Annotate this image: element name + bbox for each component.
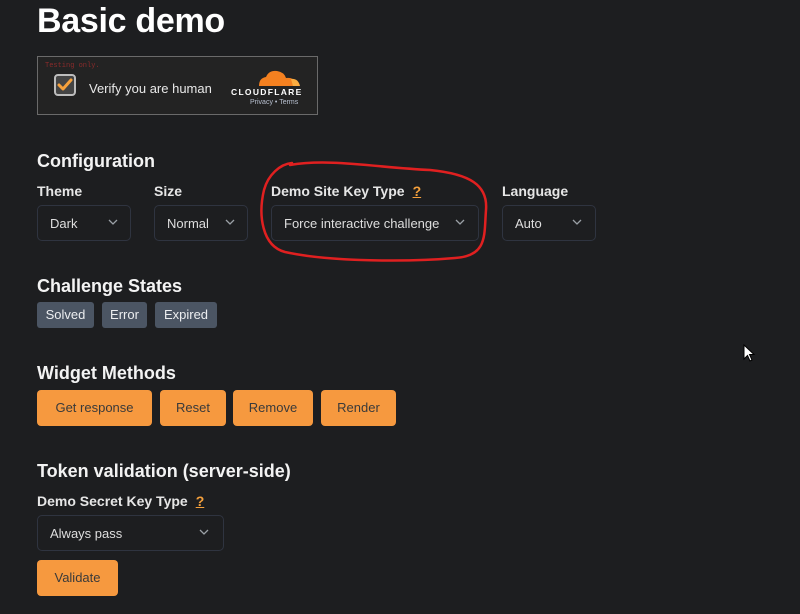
theme-select[interactable]: Dark xyxy=(37,205,131,241)
cloudflare-brand: CLOUDFLARE xyxy=(231,87,303,97)
theme-label: Theme xyxy=(37,183,83,199)
language-label: Language xyxy=(502,183,569,199)
cloudflare-cloud-icon xyxy=(259,70,300,86)
turnstile-widget: Testing only. Verify you are human CLOUD… xyxy=(37,56,318,115)
challenge-states-heading: Challenge States xyxy=(37,276,183,296)
state-badge-solved[interactable]: Solved xyxy=(37,302,94,328)
state-badge-expired[interactable]: Expired xyxy=(155,302,217,328)
link-separator: • xyxy=(274,99,278,106)
chevron-down-icon xyxy=(225,219,235,225)
secret-key-type-label-text: Demo Secret Key Type xyxy=(37,493,188,509)
site-key-type-value: Force interactive challenge xyxy=(284,216,440,231)
help-icon[interactable]: ? xyxy=(413,183,422,199)
get-response-button[interactable]: Get response xyxy=(37,390,152,426)
widget-links: Privacy • Terms xyxy=(250,99,298,106)
configuration-heading: Configuration xyxy=(37,151,155,171)
size-value: Normal xyxy=(167,216,209,231)
page-title: Basic demo xyxy=(37,2,225,40)
size-select[interactable]: Normal xyxy=(154,205,248,241)
validate-button[interactable]: Validate xyxy=(37,560,118,596)
widget-methods-heading: Widget Methods xyxy=(37,363,176,383)
privacy-link[interactable]: Privacy xyxy=(250,99,273,106)
remove-button[interactable]: Remove xyxy=(233,390,313,426)
verify-checkbox[interactable] xyxy=(54,74,76,96)
site-key-type-label: Demo Site Key Type? xyxy=(271,183,421,199)
secret-key-type-select[interactable]: Always pass xyxy=(37,515,224,551)
chevron-down-icon xyxy=(455,219,465,225)
language-select[interactable]: Auto xyxy=(502,205,596,241)
terms-link[interactable]: Terms xyxy=(279,99,298,106)
chevron-down-icon xyxy=(572,219,582,225)
help-icon[interactable]: ? xyxy=(196,493,205,509)
language-value: Auto xyxy=(515,216,542,231)
secret-key-type-value: Always pass xyxy=(50,526,123,541)
checkmark-icon xyxy=(57,78,73,91)
token-validation-heading: Token validation (server-side) xyxy=(37,461,291,481)
reset-button[interactable]: Reset xyxy=(160,390,226,426)
site-key-type-select[interactable]: Force interactive challenge xyxy=(271,205,479,241)
theme-value: Dark xyxy=(50,216,78,231)
mouse-cursor-icon xyxy=(743,344,756,362)
secret-key-type-label: Demo Secret Key Type? xyxy=(37,493,204,509)
render-button[interactable]: Render xyxy=(321,390,396,426)
size-label: Size xyxy=(154,183,183,199)
state-badge-error[interactable]: Error xyxy=(102,302,147,328)
testing-only-label: Testing only. xyxy=(45,62,100,70)
verify-text: Verify you are human xyxy=(89,81,212,96)
site-key-type-label-text: Demo Site Key Type xyxy=(271,183,405,199)
chevron-down-icon xyxy=(108,219,118,225)
chevron-down-icon xyxy=(199,529,209,535)
